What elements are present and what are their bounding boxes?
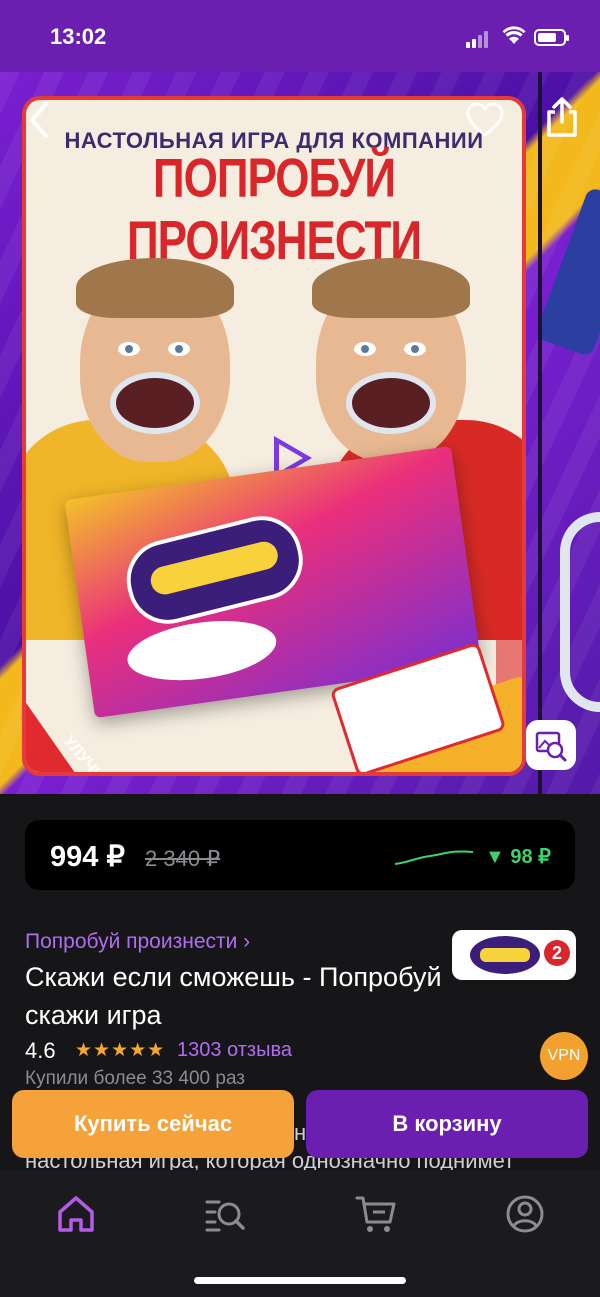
old-price: 2 340 ₽ xyxy=(145,846,221,871)
brand-link[interactable]: Попробуй произнести › xyxy=(25,930,250,954)
battery-icon xyxy=(534,29,569,46)
gallery-divider xyxy=(538,72,542,794)
brand-logo[interactable]: 2 xyxy=(452,930,576,980)
price-panel[interactable]: 994 ₽ 2 340 ₽ ▼ 98 ₽ xyxy=(25,820,575,890)
left-person-face xyxy=(76,258,234,462)
share-icon[interactable] xyxy=(544,96,580,138)
product-image: НАСТОЛЬНАЯ ИГРА ДЛЯ КОМПАНИИ ПОПРОБУЙ ПР… xyxy=(22,96,526,776)
product-image-gallery[interactable]: НАСТОЛЬНАЯ ИГРА ДЛЯ КОМПАНИИ ПОПРОБУЙ ПР… xyxy=(0,72,600,794)
rating-value: 4.6 xyxy=(25,1038,56,1063)
back-arrow-icon[interactable] xyxy=(24,100,54,140)
price-history-sparkline xyxy=(395,850,474,865)
price-drop: ▼ 98 ₽ xyxy=(485,846,551,868)
next-image-peek-ring xyxy=(560,512,600,712)
purchase-count: Купили более 33 400 раз xyxy=(25,1068,246,1089)
rating-stars: ★★★★★ xyxy=(75,1040,166,1061)
home-indicator xyxy=(194,1277,406,1284)
game-cards xyxy=(353,674,522,772)
brand-logo-number: 2 xyxy=(544,940,570,966)
status-time: 13:02 xyxy=(50,24,107,49)
favorite-heart-icon[interactable] xyxy=(466,102,504,138)
buy-now-button[interactable]: Купить сейчас xyxy=(12,1090,294,1158)
cellular-signal-icon xyxy=(466,30,494,48)
product-title: Скажи если сможешь - Попробуй скажи игра xyxy=(25,962,442,1030)
description-partial: н xyxy=(294,1120,307,1145)
home-icon[interactable] xyxy=(54,1192,98,1236)
catalog-search-icon[interactable] xyxy=(203,1192,247,1236)
status-bar: 13:02 xyxy=(0,0,600,72)
current-price: 994 ₽ xyxy=(50,841,125,873)
image-search-button[interactable] xyxy=(526,720,576,770)
reviews-link[interactable]: 1303 отзыва xyxy=(177,1039,292,1062)
wifi-icon xyxy=(502,26,526,44)
cart-icon[interactable] xyxy=(354,1192,398,1236)
image-title: ПОПРОБУЙ ПРОИЗНЕСТИ xyxy=(126,147,422,272)
add-to-cart-button[interactable]: В корзину xyxy=(306,1090,588,1158)
profile-icon[interactable] xyxy=(503,1192,547,1236)
image-search-icon xyxy=(535,731,567,762)
vpn-badge[interactable]: VPN xyxy=(540,1032,588,1080)
right-person-face xyxy=(312,258,470,462)
